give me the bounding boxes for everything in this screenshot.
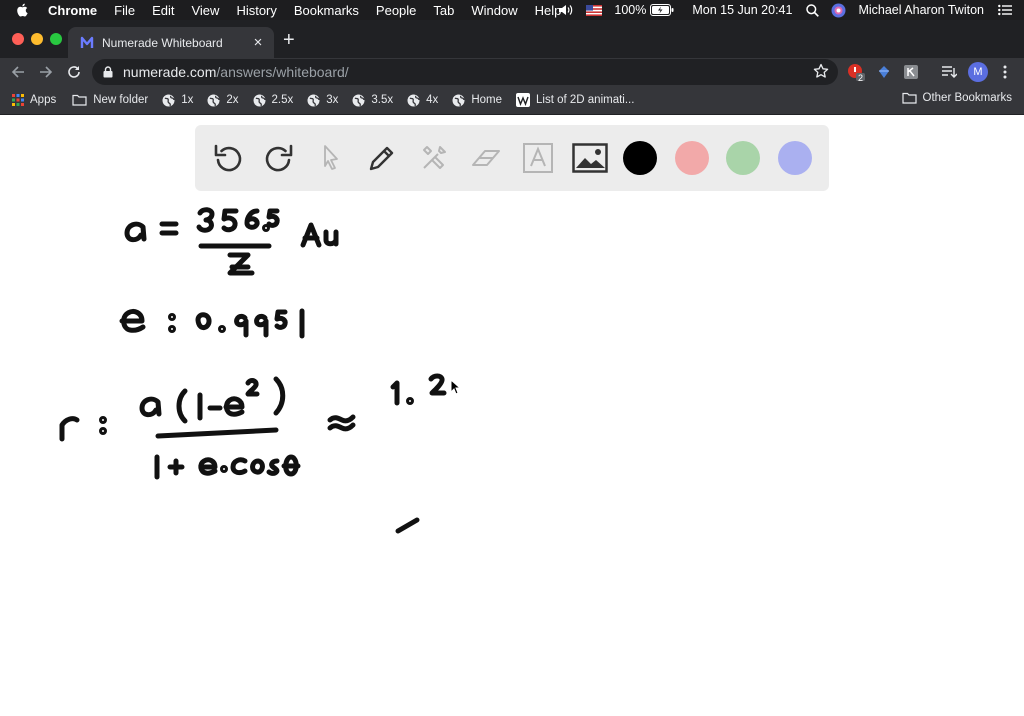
tab-close-icon[interactable]: × [250, 34, 266, 51]
menu-edit[interactable]: Edit [152, 3, 174, 18]
bookmark-label: 2x [226, 94, 239, 106]
us-flag-icon[interactable] [586, 4, 603, 16]
bookmark-label: 4x [426, 94, 439, 106]
spotlight-search-icon[interactable] [806, 3, 820, 17]
user-name[interactable]: Michael Aharon Twiton [858, 3, 984, 17]
lock-icon[interactable] [103, 66, 113, 78]
tab-title: Numerade Whiteboard [102, 35, 223, 50]
apple-icon[interactable] [16, 3, 30, 17]
chrome-menu-icon[interactable] [996, 63, 1014, 81]
siri-icon[interactable] [831, 3, 846, 18]
battery-percent: 100% [614, 3, 647, 17]
globe-icon [207, 94, 220, 107]
reading-list-icon[interactable] [940, 63, 958, 81]
menu-window[interactable]: Window [471, 3, 517, 18]
new-tab-button[interactable]: + [283, 30, 295, 50]
folder-icon [901, 92, 917, 104]
tab-strip: Numerade Whiteboard × + [0, 20, 1024, 58]
folder-icon [72, 94, 87, 106]
bookmark-star-icon[interactable] [813, 63, 829, 82]
bookmark-3-5x[interactable]: 3.5x [352, 94, 393, 107]
handwriting-orbit-equation [59, 373, 447, 534]
extension-badge-count: 2 [857, 73, 863, 83]
url-domain: numerade.com [123, 64, 217, 80]
bookmark-2d-animation-list[interactable]: List of 2D animati... [516, 93, 634, 107]
bookmark-label: Home [471, 94, 502, 106]
globe-icon [352, 94, 366, 107]
battery-icon[interactable] [650, 4, 674, 16]
extension-red-icon[interactable]: 2 [847, 63, 865, 83]
menu-bookmarks[interactable]: Bookmarks [294, 3, 359, 18]
window-minimize-button[interactable] [31, 33, 43, 45]
bookmark-label: 3.5x [371, 94, 394, 106]
browser-toolbar: numerade.com/answers/whiteboard/ 2 M [0, 58, 1024, 86]
menu-people[interactable]: People [376, 3, 416, 18]
menu-view[interactable]: View [191, 3, 219, 18]
bookmark-1x[interactable]: 1x [162, 94, 193, 107]
bookmark-2x[interactable]: 2x [207, 94, 239, 107]
menu-bar: Chrome File Edit View History Bookmarks … [0, 0, 1024, 20]
handwriting-eccentricity [119, 308, 305, 339]
url-path: /answers/whiteboard/ [216, 64, 349, 80]
bookmark-label: 1x [181, 94, 194, 106]
wikipedia-icon [516, 93, 530, 107]
globe-icon [253, 94, 266, 107]
menu-app-name[interactable]: Chrome [48, 3, 97, 18]
extension-gray-icon[interactable] [902, 63, 920, 81]
menu-history[interactable]: History [236, 3, 276, 18]
window-fullscreen-button[interactable] [50, 33, 62, 45]
bookmark-2-5x[interactable]: 2.5x [253, 94, 294, 107]
globe-icon [452, 94, 465, 107]
reload-icon[interactable] [64, 62, 84, 82]
clock[interactable]: Mon 15 Jun 20:41 [692, 3, 792, 17]
globe-icon [407, 94, 420, 107]
globe-icon [162, 94, 175, 107]
numerade-favicon-icon [80, 36, 94, 50]
globe-icon [307, 94, 320, 107]
bookmark-apps[interactable]: Apps [12, 94, 56, 106]
menu-help[interactable]: Help [535, 3, 562, 18]
mouse-cursor-icon [450, 378, 462, 395]
bookmark-label: List of 2D animati... [536, 94, 635, 106]
other-bookmarks[interactable]: Other Bookmarks [901, 92, 1012, 104]
menu-tab[interactable]: Tab [433, 3, 454, 18]
bookmark-label: 2.5x [271, 94, 294, 106]
bookmark-label: Apps [30, 94, 57, 106]
extension-blue-icon[interactable] [875, 63, 893, 81]
back-icon[interactable] [8, 62, 28, 82]
handwriting-semimajor-axis [124, 207, 339, 276]
control-center-icon[interactable] [998, 4, 1012, 16]
handwritten-work [59, 207, 462, 534]
window-close-button[interactable] [12, 33, 24, 45]
whiteboard-canvas[interactable] [0, 115, 1024, 716]
menu-file[interactable]: File [114, 3, 135, 18]
volume-icon[interactable] [558, 4, 574, 16]
bookmark-3x[interactable]: 3x [307, 94, 338, 107]
bookmark-home[interactable]: Home [452, 94, 502, 107]
bookmark-new-folder[interactable]: New folder [72, 94, 148, 106]
address-bar[interactable]: numerade.com/answers/whiteboard/ [92, 59, 838, 85]
other-bookmarks-label: Other Bookmarks [922, 92, 1012, 104]
apps-grid-icon [12, 94, 24, 106]
bookmark-label: New folder [93, 94, 149, 106]
profile-avatar[interactable]: M [968, 62, 988, 82]
bookmark-4x[interactable]: 4x [407, 94, 438, 107]
bookmark-label: 3x [326, 94, 339, 106]
bookmarks-bar: Apps New folder 1x 2x 2.5x 3x 3.5x 4x Ho… [0, 86, 1024, 115]
forward-icon[interactable] [36, 62, 56, 82]
tab-numerade-whiteboard[interactable]: Numerade Whiteboard × [68, 27, 274, 58]
